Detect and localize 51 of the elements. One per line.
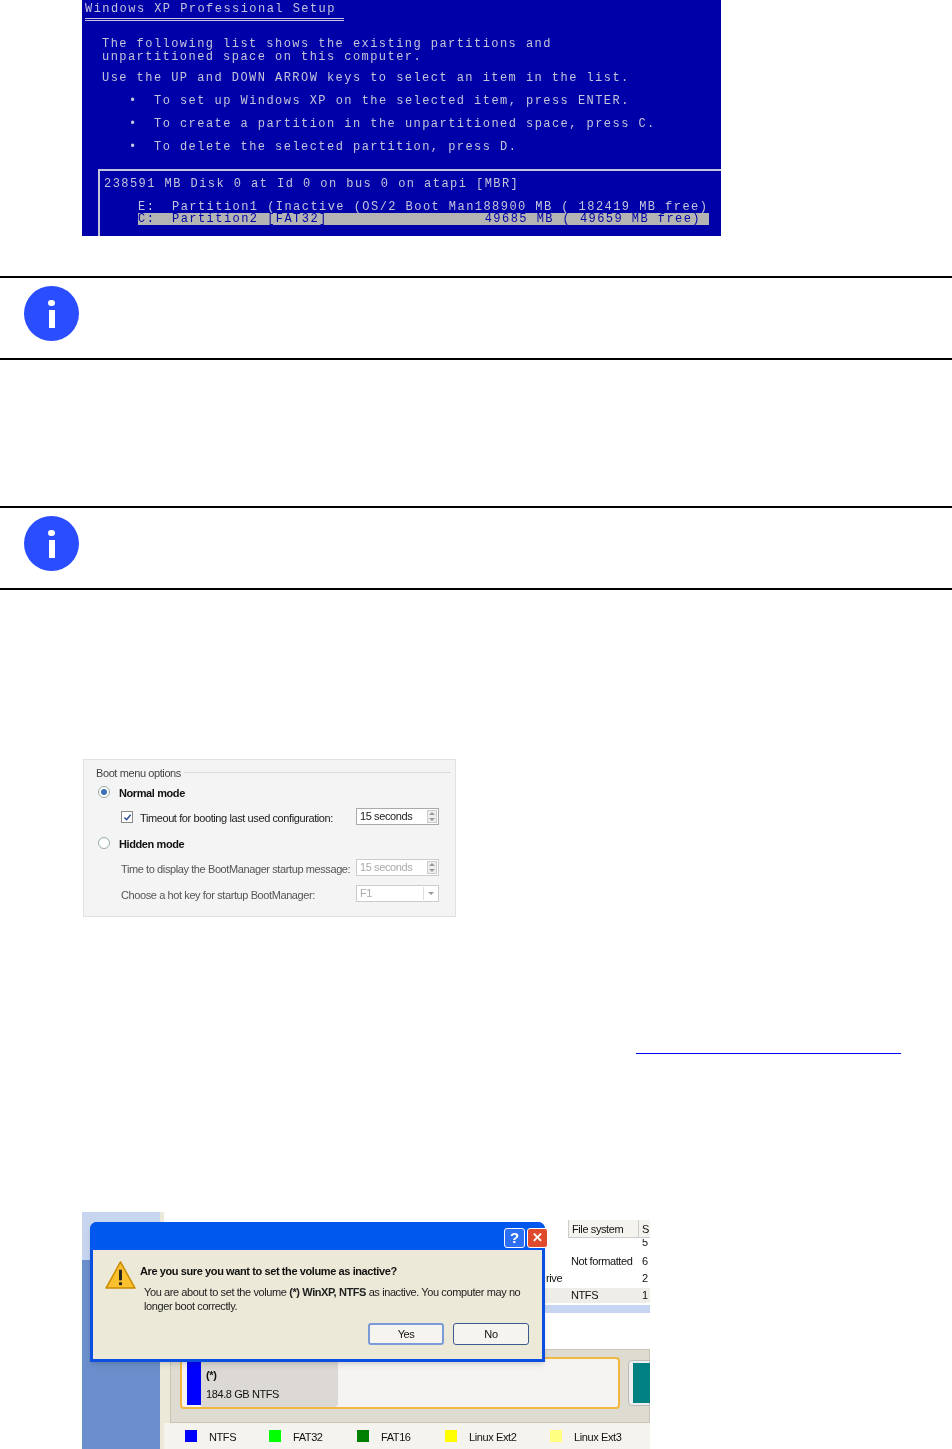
table-cell-text: 1 <box>642 1288 648 1303</box>
warning-icon <box>105 1261 136 1290</box>
close-button[interactable]: ✕ <box>527 1228 548 1248</box>
table-cell-text: NTFS <box>571 1288 599 1303</box>
checkbox[interactable] <box>121 811 133 823</box>
dialog-button[interactable]: Yes <box>368 1323 444 1345</box>
volume-card[interactable]: (*) 184.8 GB NTFS <box>180 1357 620 1409</box>
radio-button[interactable] <box>98 786 110 798</box>
volume-label: (*) <box>206 1368 217 1383</box>
table-cell-text: 6 <box>642 1254 648 1269</box>
setting-label: Time to display the BootManager startup message: <box>121 862 351 877</box>
column-header[interactable]: File system <box>568 1220 638 1238</box>
setup-title: Windows XP Professional Setup <box>85 3 344 21</box>
radio-label: Normal mode <box>119 786 185 801</box>
volume-detail: 184.8 GB NTFS <box>206 1387 280 1402</box>
partition-row[interactable]: C: Partition2 [FAT32] 49685 MB ( 49659 MB free) <box>138 213 709 225</box>
setting-label: Choose a hot key for startup BootManager: <box>121 888 315 903</box>
legend-label: Linux Ext3 <box>574 1430 622 1445</box>
column-header[interactable]: S <box>638 1220 650 1238</box>
info-icon <box>24 286 79 341</box>
partition-row[interactable]: E: Partition1 (Inactive (OS/2 Boot Man188900 MB ( 182419 MB free) <box>138 201 709 213</box>
bullet-text: To set up Windows XP on the selected item, press ENTER. <box>154 95 630 108</box>
volume-card[interactable] <box>628 1360 650 1406</box>
spinner-field[interactable]: 15 seconds <box>356 808 439 825</box>
bullet-mark: • <box>129 141 138 154</box>
info-icon <box>24 516 79 571</box>
spin-arrows-icon <box>427 810 437 823</box>
spin-arrows-icon <box>427 861 437 874</box>
table-cell-text: Not formatted <box>571 1254 633 1269</box>
setting-label: Timeout for booting last used configuration: <box>140 811 333 826</box>
bullet-mark: • <box>129 95 138 108</box>
group-title: Boot menu options <box>96 766 181 781</box>
intro-text: The following list shows the existing partitions and unpartitioned space on this computer. <box>102 38 552 64</box>
legend-label: Linux Ext2 <box>469 1430 517 1445</box>
dialog-question: Are you sure you want to set the volume as inactive? <box>140 1264 397 1279</box>
radio-label: Hidden mode <box>119 837 185 852</box>
instruction-text: Use the UP and DOWN ARROW keys to select an item in the list. <box>102 72 630 85</box>
legend-label: FAT32 <box>293 1430 323 1445</box>
bullet-text: To create a partition in the unpartitioned space, press C. <box>154 118 656 131</box>
table-cell-text: 2 <box>642 1271 648 1286</box>
bullet-text: To delete the selected partition, press D. <box>154 141 518 154</box>
legend-label: NTFS <box>209 1430 237 1445</box>
dialog-message: You are about to set the volume (*) WinXP, NTFS as inactive. You computer may no longer boot correctly. <box>144 1285 522 1313</box>
help-button[interactable]: ? <box>504 1228 525 1248</box>
dialog-button[interactable]: No <box>453 1323 529 1345</box>
table-cell: 5 <box>642 1239 648 1247</box>
disk-header: 238591 MB Disk 0 at Id 0 on bus 0 on atapi [MBR] <box>104 178 520 191</box>
radio-button[interactable] <box>98 837 110 849</box>
table-cell-text: rive <box>546 1271 563 1286</box>
bullet-mark: • <box>129 118 138 131</box>
legend-label: FAT16 <box>381 1430 411 1445</box>
